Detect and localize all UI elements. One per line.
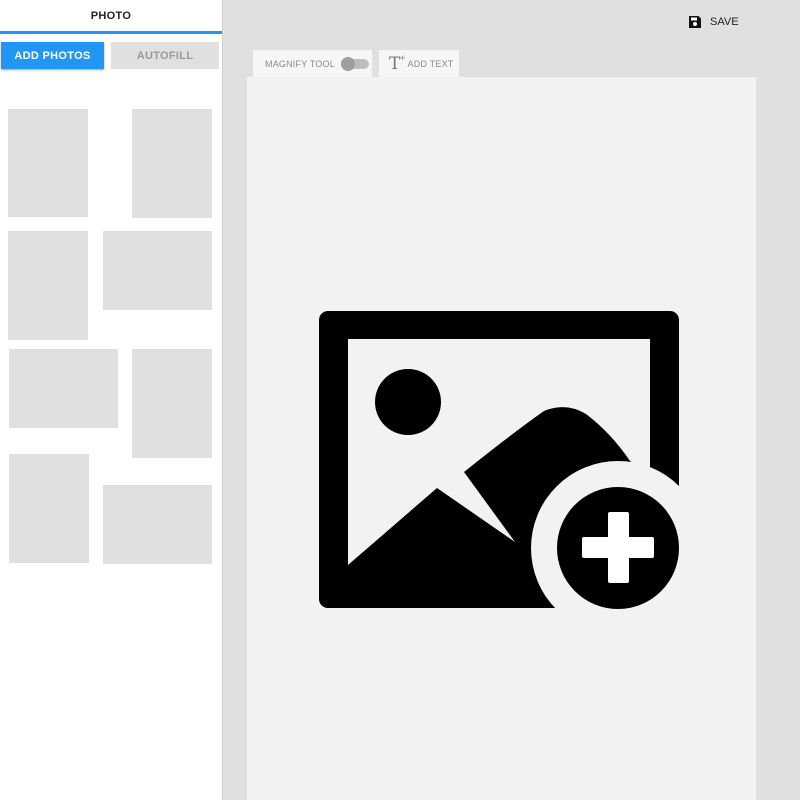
- add-photos-button[interactable]: ADD PHOTOS: [1, 42, 104, 69]
- photo-thumbnail[interactable]: [8, 231, 88, 340]
- photo-thumbnail[interactable]: [8, 109, 88, 217]
- photo-thumbnail[interactable]: [9, 454, 89, 563]
- save-label: SAVE: [710, 16, 739, 28]
- photo-sidebar: PHOTO ADD PHOTOS AUTOFILL: [0, 0, 223, 800]
- photo-thumbnail[interactable]: [132, 349, 212, 458]
- add-photo-icon[interactable]: [318, 310, 680, 610]
- photo-thumbnail[interactable]: [103, 485, 212, 564]
- save-button[interactable]: SAVE: [688, 14, 739, 30]
- toggle-knob: [340, 56, 355, 71]
- photo-thumbnail[interactable]: [9, 349, 118, 428]
- tab-photo[interactable]: PHOTO: [0, 0, 222, 34]
- photo-thumbnail[interactable]: [103, 231, 212, 310]
- magnify-toggle[interactable]: [340, 56, 369, 71]
- autofill-button[interactable]: AUTOFILL: [111, 42, 219, 69]
- photo-thumbnail[interactable]: [132, 109, 212, 218]
- magnify-tool-label: MAGNIFY TOOL: [265, 58, 335, 69]
- add-text-icon: T +: [389, 52, 406, 74]
- save-icon: [689, 16, 701, 28]
- tab-magnify-tool: MAGNIFY TOOL: [253, 50, 372, 77]
- add-text-label: ADD TEXT: [407, 58, 454, 69]
- add-text-button[interactable]: T + ADD TEXT: [379, 50, 459, 77]
